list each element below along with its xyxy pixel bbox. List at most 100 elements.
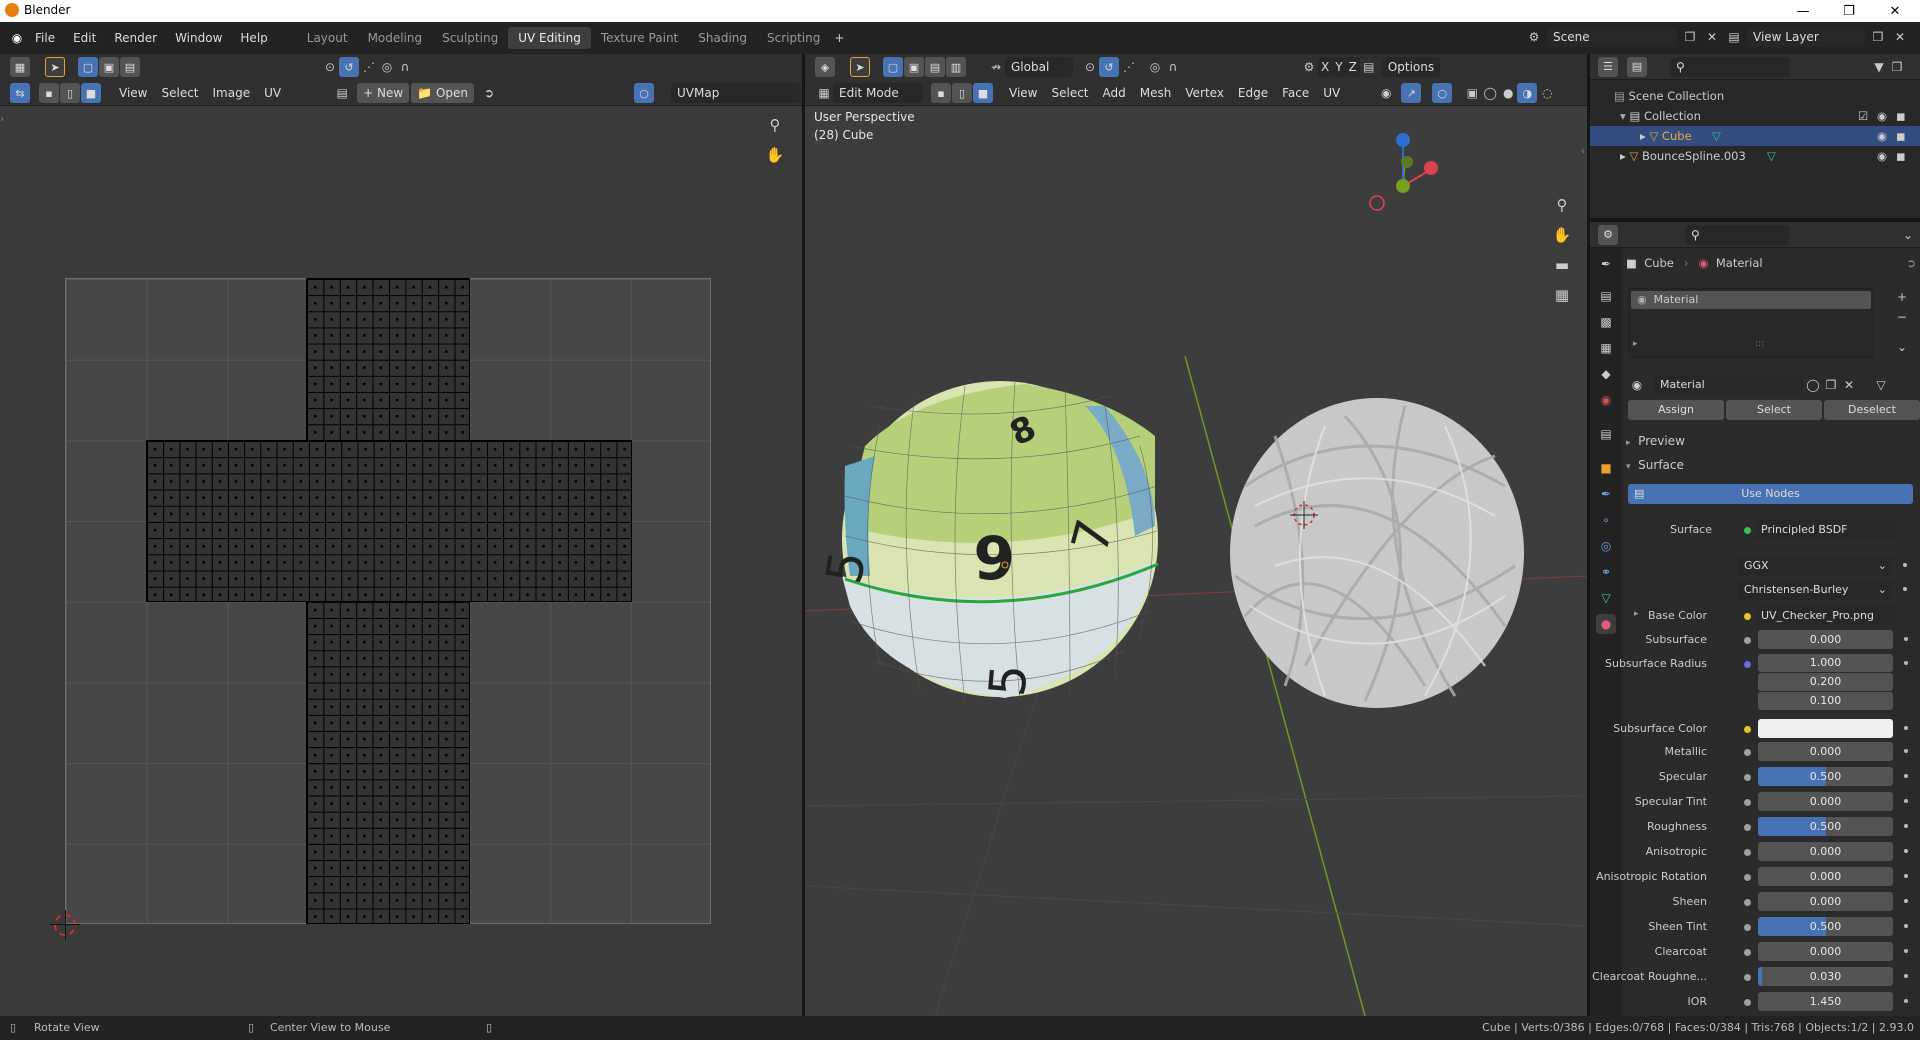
- cube-visibility-icon[interactable]: ◉: [1877, 126, 1887, 146]
- anisotropic-field[interactable]: 0.000: [1758, 842, 1893, 861]
- pin-icon[interactable]: ➲: [480, 84, 498, 102]
- material-name-field[interactable]: Material: [1654, 375, 1802, 395]
- tab-modeling[interactable]: Modeling: [358, 27, 433, 49]
- falloff-icon[interactable]: ∩: [396, 58, 414, 76]
- new-view-layer-icon[interactable]: ❐: [1869, 28, 1887, 46]
- use-nodes-button[interactable]: ▤ Use Nodes: [1628, 484, 1913, 504]
- keyframe-dot[interactable]: [1904, 799, 1908, 803]
- material-shading-icon[interactable]: ◑: [1517, 83, 1538, 103]
- tab-layout[interactable]: Layout: [297, 27, 358, 49]
- collection-tab-icon[interactable]: ▤: [1596, 424, 1616, 444]
- viewport-editor-type-icon[interactable]: ◈: [815, 57, 835, 77]
- uv-menu-image[interactable]: Image: [206, 86, 258, 100]
- keyframe-dot[interactable]: [1904, 824, 1908, 828]
- add-workspace-icon[interactable]: +: [830, 29, 848, 47]
- vertex-mode-icon[interactable]: ▪: [931, 83, 951, 103]
- viewport-menu-face[interactable]: Face: [1275, 86, 1316, 100]
- surface-panel-header[interactable]: ▾ Surface: [1626, 458, 1684, 472]
- base-color-expand-icon[interactable]: ▸: [1634, 609, 1639, 619]
- select-tool-icon[interactable]: ➤: [45, 57, 65, 77]
- visibility-icon[interactable]: ◉: [1377, 84, 1395, 102]
- viewport-select-invert-icon[interactable]: ▥: [946, 57, 966, 77]
- metallic-field[interactable]: 0.000: [1758, 742, 1893, 761]
- constraints-tab-icon[interactable]: ⚭: [1596, 562, 1616, 582]
- uv-sync-icon[interactable]: ↺: [339, 57, 359, 77]
- keyframe-dot[interactable]: [1904, 974, 1908, 978]
- modifier-tab-icon[interactable]: ✒: [1596, 484, 1616, 504]
- viewport-menu-select[interactable]: Select: [1044, 86, 1095, 100]
- select-button[interactable]: Select: [1726, 400, 1822, 420]
- edge-mode-icon[interactable]: ▯: [952, 83, 972, 103]
- keyframe-dot[interactable]: [1904, 849, 1908, 853]
- object-tab-icon[interactable]: ■: [1596, 458, 1616, 478]
- keyframe-dot[interactable]: [1904, 999, 1908, 1003]
- orientation-icon[interactable]: ↛: [987, 58, 1005, 76]
- viewport-menu-mesh[interactable]: Mesh: [1133, 86, 1179, 100]
- keyframe-dot[interactable]: [1904, 899, 1908, 903]
- vertex-select-icon[interactable]: ▪: [39, 83, 59, 103]
- viewport-menu-view[interactable]: View: [1002, 86, 1044, 100]
- view-layer-tab-icon[interactable]: ▦: [1596, 338, 1616, 358]
- collection-visibility-icon[interactable]: ◉: [1877, 106, 1887, 126]
- deselect-button[interactable]: Deselect: [1824, 400, 1920, 420]
- view-layer-icon[interactable]: ▤: [1725, 28, 1743, 46]
- open-image-button[interactable]: 📁 Open: [411, 83, 474, 103]
- display-mode-icon[interactable]: ▤: [1627, 56, 1647, 77]
- outliner-collection[interactable]: ▾ ▤ Collection ☑ ◉ ◼: [1590, 106, 1920, 126]
- new-scene-icon[interactable]: ❐: [1681, 28, 1699, 46]
- tab-shading[interactable]: Shading: [688, 27, 757, 49]
- sheen-tint-field[interactable]: 0.500: [1758, 917, 1893, 936]
- pan-hand-icon[interactable]: ✋: [766, 146, 785, 164]
- duplicate-material-icon[interactable]: ❐: [1822, 376, 1840, 394]
- subsurface-color-swatch[interactable]: [1758, 719, 1893, 738]
- properties-search-input[interactable]: ⚲: [1685, 224, 1789, 245]
- keyframe-dot[interactable]: [1904, 949, 1908, 953]
- output-tab-icon[interactable]: ▩: [1596, 312, 1616, 332]
- keyframe-dot[interactable]: [1904, 874, 1908, 878]
- tab-uv-editing[interactable]: UV Editing: [508, 27, 591, 49]
- viewport-zoom-icon[interactable]: ⚲: [1553, 196, 1571, 214]
- unlink-material-icon[interactable]: ✕: [1840, 376, 1858, 394]
- tab-texture-paint[interactable]: Texture Paint: [591, 27, 688, 49]
- uv-menu-uv[interactable]: UV: [257, 86, 288, 100]
- surface-shader-field[interactable]: Principled BSDF: [1755, 520, 1895, 540]
- mirror-x[interactable]: X: [1318, 57, 1333, 77]
- ior-field[interactable]: 1.450: [1758, 992, 1893, 1011]
- minimize-icon[interactable]: —: [1780, 0, 1826, 22]
- viewport-select-tool-icon[interactable]: ➤: [850, 57, 870, 77]
- outliner-item-cube[interactable]: ▸ ▽ Cube ▽ ◉ ◼: [1590, 126, 1920, 146]
- menu-help[interactable]: Help: [231, 31, 276, 45]
- clearcoat-field[interactable]: 0.000: [1758, 942, 1893, 961]
- navigation-gizmo[interactable]: [1357, 114, 1457, 214]
- remove-scene-icon[interactable]: ✕: [1703, 28, 1721, 46]
- properties-options-icon[interactable]: ⌄: [1899, 226, 1917, 244]
- menu-render[interactable]: Render: [105, 31, 166, 45]
- specular-tint-field[interactable]: 0.000: [1758, 792, 1893, 811]
- blender-menu-icon[interactable]: ◉: [8, 29, 26, 47]
- viewport-menu-uv[interactable]: UV: [1316, 86, 1347, 100]
- material-slot-item[interactable]: ◉ Material: [1631, 291, 1871, 309]
- uv-sync-selection-icon[interactable]: ⇆: [10, 83, 30, 103]
- wireframe-shading-icon[interactable]: ◯: [1481, 84, 1499, 102]
- assign-button[interactable]: Assign: [1628, 400, 1724, 420]
- subsurface-field[interactable]: 0.000: [1758, 630, 1893, 649]
- base-color-texture[interactable]: UV_Checker_Pro.png: [1755, 606, 1895, 626]
- zoom-icon[interactable]: ⚲: [766, 116, 784, 134]
- sheen-field[interactable]: 0.000: [1758, 892, 1893, 911]
- tab-sculpting[interactable]: Sculpting: [432, 27, 508, 49]
- filter-icon[interactable]: ▼: [1870, 58, 1888, 76]
- gizmo-icon[interactable]: ↗: [1401, 83, 1422, 103]
- scene-selector[interactable]: Scene: [1547, 27, 1677, 47]
- scene-tab-icon[interactable]: ◆: [1596, 364, 1616, 384]
- viewport-pan-icon[interactable]: ✋: [1553, 226, 1572, 244]
- cube-render-icon[interactable]: ◼: [1896, 126, 1906, 146]
- subsurface-method-dropdown[interactable]: Christensen-Burley ⌄: [1738, 580, 1893, 600]
- select-mode-new-icon[interactable]: ▢: [78, 57, 98, 77]
- overlays-icon[interactable]: ○: [1432, 83, 1453, 103]
- distribution-dropdown[interactable]: GGX ⌄: [1738, 556, 1893, 576]
- camera-view-icon[interactable]: ▬: [1553, 256, 1571, 274]
- edge-select-icon[interactable]: ▯: [60, 83, 80, 103]
- keyframe-dot[interactable]: [1904, 924, 1908, 928]
- viewport-menu-add[interactable]: Add: [1096, 86, 1133, 100]
- rendered-shading-icon[interactable]: ◌: [1538, 84, 1556, 102]
